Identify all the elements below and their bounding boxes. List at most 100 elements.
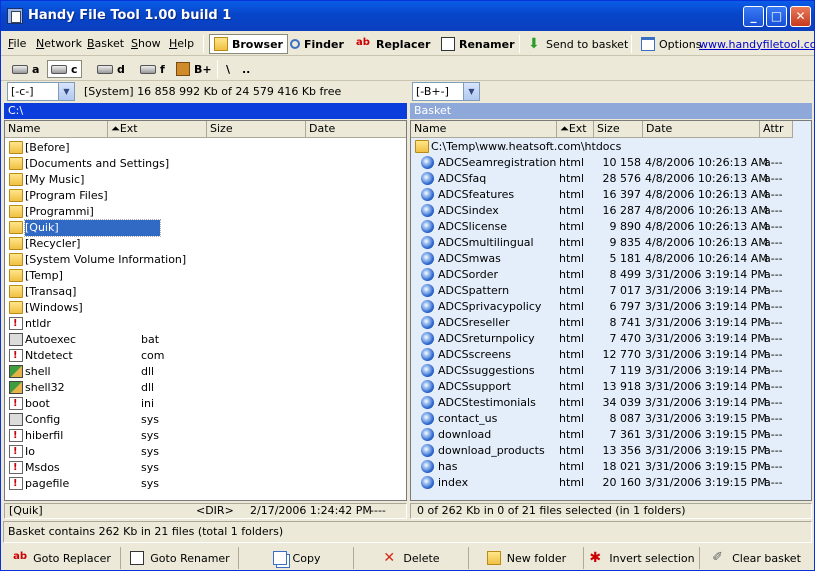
list-item[interactable]: [Quik] — [5, 219, 406, 237]
column-header-name[interactable]: Name — [411, 121, 557, 138]
replacer-tab[interactable]: ab Replacer — [352, 34, 434, 54]
right-panel-path[interactable]: Basket — [410, 103, 812, 119]
folder-icon — [9, 157, 23, 170]
renamer-tab[interactable]: Renamer — [437, 34, 519, 54]
list-item[interactable]: ADCSsuggestions html 7 119 3/31/2006 3:19:1… — [411, 363, 811, 379]
delete-button[interactable]: ✕ Delete — [355, 547, 469, 569]
drive-f-button[interactable]: f — [137, 60, 168, 78]
close-button[interactable]: ✕ — [790, 6, 811, 27]
list-item[interactable]: [Programmi] — [5, 204, 406, 220]
file-name: ADCSfaq — [438, 172, 487, 185]
drive-d-button[interactable]: d — [94, 60, 128, 78]
file-ext: sys — [141, 445, 159, 458]
list-item[interactable]: [System Volume Information] — [5, 252, 406, 268]
right-file-list[interactable]: Name ⏶Ext Size Date Attr C:\Temp\www.hea… — [410, 120, 812, 501]
list-item[interactable]: ADCSprivacypolicy html 6 797 3/31/2006 3:19… — [411, 299, 811, 315]
list-item[interactable]: Ntdetect com — [5, 348, 406, 364]
column-header-size[interactable]: Size — [207, 121, 306, 138]
drive-a-button[interactable]: a — [9, 60, 42, 78]
list-item[interactable]: Config sys — [5, 412, 406, 428]
menu-show[interactable]: Show — [131, 37, 161, 50]
list-item[interactable]: [Recycler] — [5, 236, 406, 252]
list-item[interactable]: ADCSfeatures html 16 397 4/8/2006 10:26:13 … — [411, 187, 811, 203]
chevron-down-icon[interactable]: ▼ — [58, 83, 74, 100]
list-item[interactable]: ADCSindex html 16 287 4/8/2006 10:26:13 AM a… — [411, 203, 811, 219]
list-item[interactable]: shell dll — [5, 364, 406, 380]
list-item[interactable]: ADCSpattern html 7 017 3/31/2006 3:19:14 PM… — [411, 283, 811, 299]
list-item[interactable]: [Program Files] — [5, 188, 406, 204]
left-file-list[interactable]: Name ⏶Ext Size Date [Before] [Documents a… — [4, 120, 407, 501]
menu-file[interactable]: File — [8, 37, 26, 50]
star-icon: ✱ — [589, 550, 602, 566]
clear-basket-button[interactable]: ✐ Clear basket — [701, 547, 812, 569]
list-item[interactable]: download_products html 13 356 3/31/2006 3:1… — [411, 443, 811, 459]
list-item[interactable]: ADCSmultilingual html 9 835 4/8/2006 10:26:… — [411, 235, 811, 251]
website-link[interactable]: www.handyfiletool.com — [695, 34, 815, 54]
list-item[interactable]: Io sys — [5, 444, 406, 460]
list-item[interactable]: index html 20 160 3/31/2006 3:19:15 PM a--- — [411, 475, 811, 491]
drive-c-button[interactable]: c — [47, 60, 82, 78]
column-header-ext[interactable]: ⏶Ext — [557, 121, 594, 138]
title-bar[interactable]: Handy File Tool 1.00 build 1 _ □ ✕ — [1, 1, 814, 31]
goto-replacer-button[interactable]: ab Goto Replacer — [4, 547, 121, 569]
column-header-date[interactable]: Date — [306, 121, 406, 138]
list-item[interactable]: [Transaq] — [5, 284, 406, 300]
list-item[interactable]: [Windows] — [5, 300, 406, 316]
column-header-name[interactable]: Name — [5, 121, 108, 138]
left-drive-select[interactable]: [-c-] ▼ — [7, 82, 75, 101]
file-date: 3/31/2006 3:19:14 PM — [645, 364, 767, 377]
list-item[interactable]: has html 18 021 3/31/2006 3:19:15 PM a--- — [411, 459, 811, 475]
list-item[interactable]: ntldr — [5, 316, 406, 332]
list-item[interactable]: contact_us html 8 087 3/31/2006 3:19:15 PM a… — [411, 411, 811, 427]
menu-help[interactable]: Help — [169, 37, 194, 50]
send-to-basket-button[interactable]: ⬇ Send to basket — [524, 34, 632, 54]
list-item[interactable]: ADCSmwas html 5 181 4/8/2006 10:26:14 AM a--… — [411, 251, 811, 267]
list-item[interactable]: download html 7 361 3/31/2006 3:19:15 PM a--… — [411, 427, 811, 443]
right-drive-select[interactable]: [-B+-] ▼ — [412, 82, 480, 101]
menu-basket[interactable]: Basket — [87, 37, 124, 50]
list-item[interactable]: ADCStestimonials html 34 039 3/31/2006 3:19… — [411, 395, 811, 411]
list-item[interactable]: ADCSreturnpolicy html 7 470 3/31/2006 3:19:… — [411, 331, 811, 347]
config-file-icon — [9, 413, 23, 426]
file-ext: html — [559, 284, 585, 297]
minimize-button[interactable]: _ — [743, 6, 764, 27]
list-item[interactable]: Autoexec bat — [5, 332, 406, 348]
file-name: ADCSeamregistration — [438, 156, 557, 169]
list-item[interactable]: ADCSreseller html 8 741 3/31/2006 3:19:14 P… — [411, 315, 811, 331]
basket-folder-row[interactable]: C:\Temp\www.heatsoft.com\htdocs — [411, 139, 811, 155]
list-item[interactable]: [Before] — [5, 140, 406, 156]
chevron-down-icon[interactable]: ▼ — [463, 83, 479, 100]
list-item[interactable]: ADCSlicense html 9 890 4/8/2006 10:26:13 AM… — [411, 219, 811, 235]
list-item[interactable]: [My Music] — [5, 172, 406, 188]
list-item[interactable]: ADCSsupport html 13 918 3/31/2006 3:19:14 P… — [411, 379, 811, 395]
maximize-button[interactable]: □ — [766, 6, 787, 27]
invert-selection-button[interactable]: ✱ Invert selection — [585, 547, 700, 569]
list-item[interactable]: ADCSorder html 8 499 3/31/2006 3:19:14 PM a-… — [411, 267, 811, 283]
basket-drive-button[interactable]: B+ — [173, 60, 215, 78]
list-item[interactable]: shell32 dll — [5, 380, 406, 396]
list-item[interactable]: ADCSeamregistration html 10 158 4/8/2006 10… — [411, 155, 811, 171]
browser-tab[interactable]: Browser — [209, 34, 288, 54]
list-item[interactable]: [Temp] — [5, 268, 406, 284]
finder-tab[interactable]: Finder — [286, 34, 348, 54]
column-header-size[interactable]: Size — [594, 121, 643, 138]
column-header-date[interactable]: Date — [643, 121, 760, 138]
root-dir-button[interactable]: \ — [223, 60, 233, 78]
list-item[interactable]: [Documents and Settings] — [5, 156, 406, 172]
list-item[interactable]: ADCSscreens html 12 770 3/31/2006 3:19:14 P… — [411, 347, 811, 363]
list-item[interactable]: Msdos sys — [5, 460, 406, 476]
list-item[interactable]: ADCSfaq html 28 576 4/8/2006 10:26:13 AM a--… — [411, 171, 811, 187]
menu-network[interactable]: Network — [36, 37, 82, 50]
column-header-attr[interactable]: Attr — [760, 121, 793, 138]
left-panel-path[interactable]: C:\ — [4, 103, 407, 119]
goto-renamer-button[interactable]: Goto Renamer — [122, 547, 239, 569]
file-ext: sys — [141, 429, 159, 442]
list-item[interactable]: pagefile sys — [5, 476, 406, 492]
new-folder-button[interactable]: New folder — [470, 547, 584, 569]
column-header-ext[interactable]: ⏶Ext — [108, 121, 207, 138]
list-item[interactable]: hiberfil sys — [5, 428, 406, 444]
copy-button[interactable]: Copy — [240, 547, 354, 569]
system-file-icon — [9, 428, 23, 444]
list-item[interactable]: boot ini — [5, 396, 406, 412]
parent-dir-button[interactable]: .. — [239, 60, 253, 78]
